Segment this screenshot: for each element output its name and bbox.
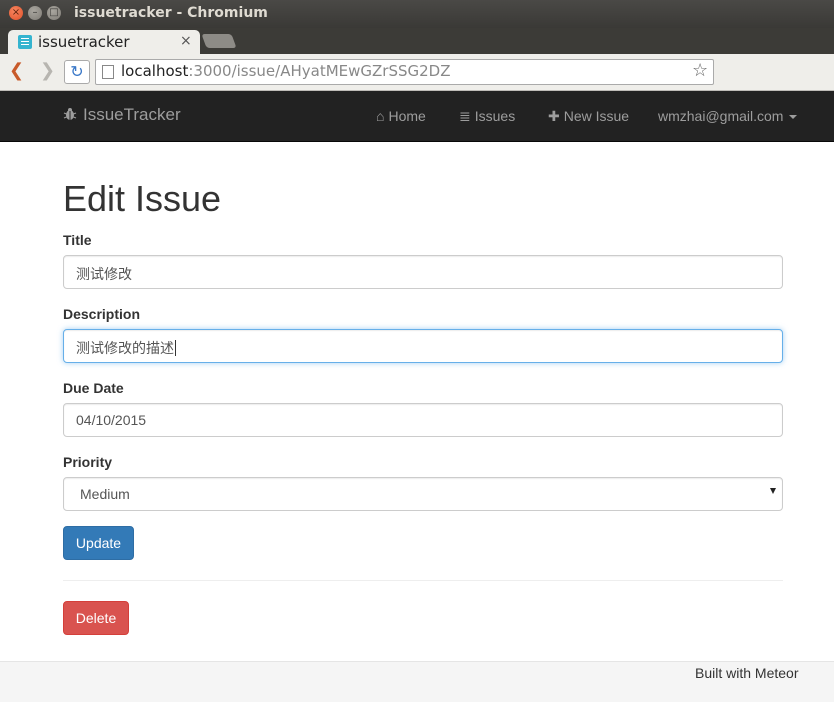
nav-new-issue[interactable]: ✚ New Issue (548, 108, 629, 125)
window-title: issuetracker - Chromium (74, 5, 268, 21)
tab-title: issuetracker (38, 33, 130, 51)
bug-icon (63, 108, 77, 120)
user-email: wmzhai@gmail.com (658, 108, 784, 124)
back-icon[interactable]: ❮ (9, 60, 24, 81)
description-value-wrap: 测试修改的描述 (76, 338, 176, 358)
reload-icon[interactable]: ↻ (64, 60, 90, 84)
nav-home-label: Home (388, 108, 426, 124)
window-titlebar: × – □ issuetracker - Chromium (0, 0, 834, 28)
title-input[interactable]: 测试修改 (63, 255, 783, 289)
text-cursor (175, 340, 176, 356)
list-icon: ≣ (459, 108, 471, 124)
title-label: Title (63, 232, 92, 248)
page-icon (102, 65, 114, 79)
nav-home[interactable]: ⌂ Home (376, 108, 426, 124)
description-label: Description (63, 306, 141, 322)
browser-tab[interactable]: issuetracker × (8, 30, 200, 54)
description-value: 测试修改的描述 (76, 340, 174, 356)
divider (63, 580, 783, 581)
url-path: :3000/issue/AHyatMEwGZrSSG2DZ (188, 62, 451, 80)
priority-label: Priority (63, 454, 113, 470)
due-date-value: 04/10/2015 (76, 412, 147, 428)
title-value: 测试修改 (76, 266, 132, 282)
url-host: localhost (121, 62, 189, 80)
dropdown-arrow-icon (770, 488, 776, 494)
new-tab-button[interactable] (201, 34, 237, 48)
tab-strip: issuetracker × (0, 28, 834, 54)
caret-down-icon (789, 115, 798, 120)
url-text[interactable]: localhost:3000/issue/AHyatMEwGZrSSG2DZ (121, 62, 451, 80)
update-button[interactable]: Update (63, 526, 134, 560)
page-title: Edit Issue (63, 178, 222, 219)
address-bar[interactable]: localhost:3000/issue/AHyatMEwGZrSSG2DZ ☆ (95, 59, 714, 85)
brand-link[interactable]: IssueTracker (63, 105, 181, 125)
nav-issues[interactable]: ≣ Issues (459, 108, 515, 125)
delete-button[interactable]: Delete (63, 601, 129, 635)
app-navbar: IssueTracker ⌂ Home ≣ Issues ✚ New Issue wm… (0, 91, 834, 142)
due-date-label: Due Date (63, 380, 124, 396)
priority-select[interactable]: Medium (63, 477, 783, 511)
priority-value: Medium (80, 486, 130, 502)
brand-name: IssueTracker (83, 105, 181, 124)
window-close-button[interactable]: × (9, 6, 23, 20)
browser-toolbar: ❮ ❯ ↻ localhost:3000/issue/AHyatMEwGZrSS… (0, 54, 834, 91)
list-favicon-icon (18, 35, 32, 49)
window-maximize-button[interactable]: □ (47, 6, 61, 20)
due-date-input[interactable]: 04/10/2015 (63, 403, 783, 437)
user-dropdown[interactable]: wmzhai@gmail.com (658, 108, 798, 124)
plus-icon: ✚ (548, 108, 560, 124)
footer-text: Built with Meteor (695, 665, 799, 681)
nav-new-issue-label: New Issue (563, 108, 630, 124)
bookmark-star-icon[interactable]: ☆ (692, 60, 708, 81)
tab-close-icon[interactable]: × (180, 33, 192, 49)
window-minimize-button[interactable]: – (28, 6, 42, 20)
forward-icon[interactable]: ❯ (40, 60, 55, 81)
nav-issues-label: Issues (474, 108, 516, 124)
description-input[interactable]: 测试修改的描述 (63, 329, 783, 363)
footer: Built with Meteor (0, 661, 834, 702)
home-icon: ⌂ (376, 108, 385, 124)
